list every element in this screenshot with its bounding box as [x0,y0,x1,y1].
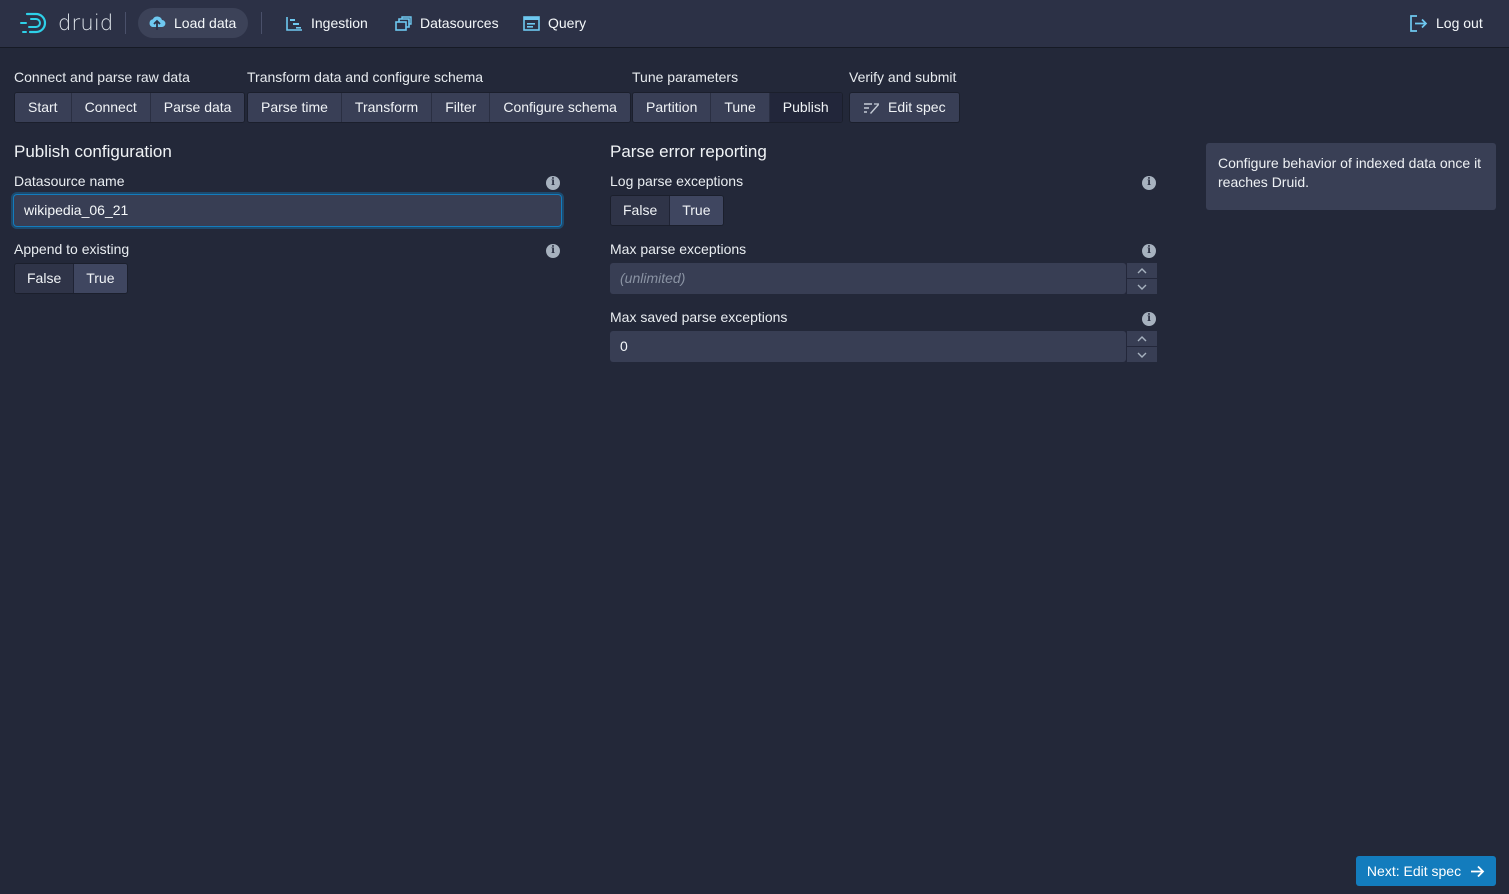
druid-logo-icon [20,12,47,34]
info-icon[interactable]: i [546,244,560,258]
top-navbar: druid Load data Ingestion Datasources Qu… [0,0,1509,47]
nav-query-label: Query [548,15,587,31]
decrement-button[interactable] [1127,347,1157,362]
append-to-existing-toggle: False True [14,263,128,294]
step-start-button[interactable]: Start [15,93,72,122]
step-tune-button[interactable]: Tune [711,93,770,122]
info-icon[interactable]: i [1142,176,1156,190]
step-group-connect: Connect and parse raw data Start Connect… [14,69,246,123]
step-group-title: Tune parameters [632,69,739,85]
step-bar: Parse time Transform Filter Configure sc… [247,92,631,123]
parse-error-reporting-title: Parse error reporting [610,142,767,161]
arrow-right-icon [1471,865,1485,877]
step-bar: Partition Tune Publish [632,92,843,123]
cloud-upload-icon [149,16,166,30]
step-configure-schema-button[interactable]: Configure schema [490,93,630,122]
nav-load-data-button[interactable]: Load data [138,8,249,38]
step-filter-button[interactable]: Filter [432,93,491,122]
log-parse-exceptions-toggle: False True [610,195,724,226]
chevron-down-icon [1137,284,1147,290]
nav-divider [125,12,126,34]
logout-button[interactable]: Log out [1400,8,1495,38]
next-button-label: Next: Edit spec [1366,863,1462,879]
info-icon[interactable]: i [546,176,560,190]
increment-button[interactable] [1127,331,1157,347]
info-icon[interactable]: i [1142,244,1156,258]
nav-ingestion-label: Ingestion [311,15,368,31]
max-parse-exceptions-stepper [1126,263,1157,294]
datasource-name-label: Datasource name [14,173,125,189]
info-icon[interactable]: i [1142,312,1156,326]
chevron-up-icon [1137,267,1147,273]
step-group-tune: Tune parameters Partition Tune Publish [632,69,843,123]
application-icon [523,15,540,31]
max-saved-parse-exceptions-input[interactable] [610,331,1126,362]
nav-load-data-label: Load data [174,15,237,31]
increment-button[interactable] [1127,263,1157,279]
step-partition-button[interactable]: Partition [633,93,712,122]
multi-select-icon [395,15,412,31]
gantt-chart-icon [286,16,302,31]
step-group-title: Verify and submit [849,69,957,85]
step-transform-button[interactable]: Transform [341,93,433,122]
nav-query-button[interactable]: Query [513,8,598,38]
nav-divider [261,12,262,34]
info-callout: Configure behavior of indexed data once … [1206,143,1496,210]
logo-text: druid [58,11,114,35]
next-edit-spec-button[interactable]: Next: Edit spec [1356,856,1496,886]
step-parse-time-button[interactable]: Parse time [248,93,342,122]
logout-label: Log out [1436,15,1483,31]
log-true-button[interactable]: True [669,196,723,225]
max-parse-exceptions-label: Max parse exceptions [610,241,747,257]
step-bar: Start Connect Parse data [14,92,246,123]
step-group-title: Transform data and configure schema [247,69,484,85]
append-to-existing-label: Append to existing [14,241,130,257]
max-saved-parse-exceptions-label: Max saved parse exceptions [610,309,788,325]
append-false-button[interactable]: False [15,264,74,293]
log-out-icon [1410,14,1428,32]
step-group-title: Connect and parse raw data [14,69,190,85]
max-saved-parse-exceptions-stepper [1126,331,1157,362]
step-bar: Edit spec [849,92,960,123]
nav-datasources-label: Datasources [420,15,499,31]
publish-configuration-title: Publish configuration [14,142,172,161]
step-edit-spec-button[interactable]: Edit spec [850,93,959,122]
step-group-transform: Transform data and configure schema Pars… [247,69,631,123]
step-publish-button[interactable]: Publish [769,93,842,122]
append-true-button[interactable]: True [73,264,127,293]
druid-logo[interactable]: druid [18,9,113,37]
decrement-button[interactable] [1127,279,1157,294]
step-edit-spec-label: Edit spec [888,99,946,115]
step-parse-data-button[interactable]: Parse data [150,93,245,122]
nav-datasources-button[interactable]: Datasources [385,8,511,38]
step-connect-button[interactable]: Connect [71,93,151,122]
edit-spec-icon [864,102,879,114]
log-false-button[interactable]: False [611,196,670,225]
max-parse-exceptions-input[interactable] [610,263,1126,294]
chevron-down-icon [1137,352,1147,358]
chevron-up-icon [1137,335,1147,341]
nav-ingestion-button[interactable]: Ingestion [276,8,380,38]
datasource-name-input[interactable] [14,195,561,226]
step-group-verify: Verify and submit Edit spec [849,69,960,123]
log-parse-exceptions-label: Log parse exceptions [610,173,744,189]
